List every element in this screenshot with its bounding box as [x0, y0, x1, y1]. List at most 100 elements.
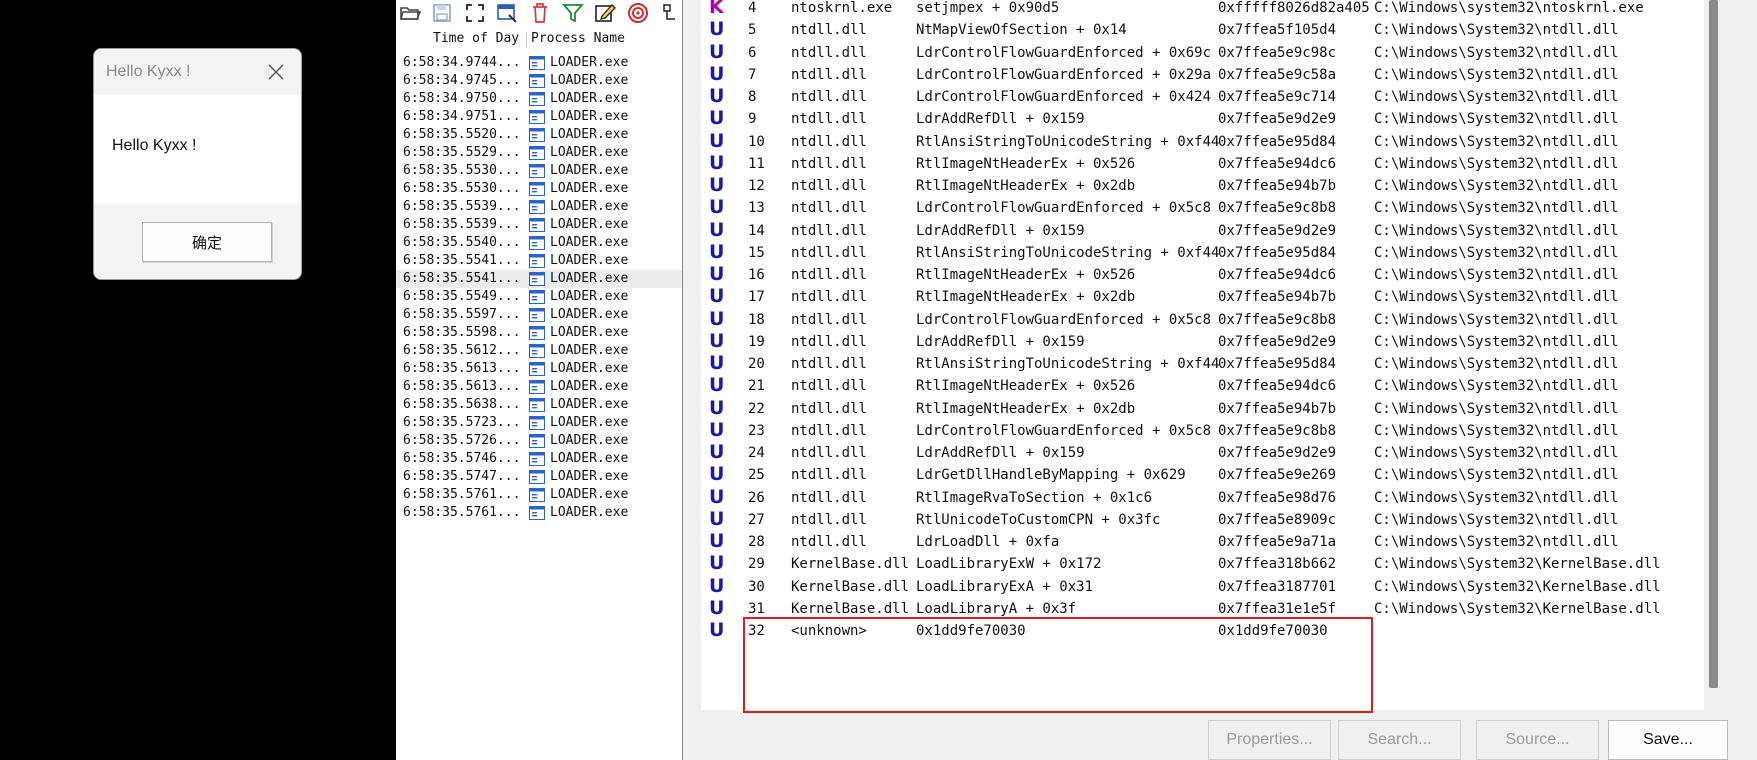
event-time: 6:58:35.5539...: [403, 217, 521, 232]
event-time: 6:58:35.5549...: [403, 289, 521, 304]
event-row[interactable]: 6:58:35.5541... LOADER.exe: [396, 270, 682, 288]
stack-frame-row[interactable]: U 23 ntdll.dll LdrControlFlowGuardEnforced …: [701, 419, 1704, 444]
stack-frame-row[interactable]: U 28 ntdll.dll LdrLoadDll + 0xfa 0x7ffea5e9a…: [701, 530, 1704, 555]
user-frame-icon: U: [709, 352, 725, 374]
frame-path: C:\Windows\System32\ntdll.dll: [1374, 534, 1619, 550]
user-frame-icon: U: [709, 574, 725, 597]
capture-icon[interactable]: [496, 1, 520, 25]
event-row[interactable]: 6:58:34.9745... LOADER.exe: [396, 72, 682, 90]
event-row[interactable]: 6:58:35.5598... LOADER.exe: [396, 324, 682, 342]
event-row[interactable]: 6:58:35.5541... LOADER.exe: [396, 252, 682, 270]
user-frame-icon: U: [709, 441, 725, 463]
stack-frame-row[interactable]: U 27 ntdll.dll RtlUnicodeToCustomCPN + 0x3f…: [701, 508, 1704, 533]
event-row[interactable]: 6:58:35.5540... LOADER.exe: [396, 234, 682, 252]
stack-frame-row[interactable]: U 31 KernelBase.dll LoadLibraryA + 0x3f 0x7f…: [701, 597, 1704, 622]
frame-location: LdrAddRefDll + 0x159: [916, 222, 1085, 239]
frame-address: 0x7ffea5e95d84: [1218, 244, 1337, 261]
stack-frame-row[interactable]: U 32 <unknown> 0x1dd9fe70030 0x1dd9fe70030: [701, 619, 1704, 644]
user-frame-icon: U: [709, 485, 725, 508]
event-process-name: LOADER.exe: [550, 181, 629, 196]
event-row[interactable]: 6:58:35.5612... LOADER.exe: [396, 342, 682, 360]
stack-frame-row[interactable]: U 13 ntdll.dll LdrControlFlowGuardEnforced …: [701, 196, 1704, 221]
frame-number: 11: [748, 155, 765, 172]
frame-module: ntdll.dll: [791, 400, 867, 417]
save-icon[interactable]: [431, 1, 455, 25]
event-process-name: LOADER.exe: [550, 145, 629, 160]
properties-button[interactable]: Properties...: [1208, 720, 1331, 760]
event-row[interactable]: 6:58:35.5539... LOADER.exe: [396, 216, 682, 234]
save-button[interactable]: Save...: [1608, 720, 1728, 760]
stack-frame-row[interactable]: U 14 ntdll.dll LdrAddRefDll + 0x159 0x7ffea5…: [701, 219, 1704, 244]
stack-frame-row[interactable]: U 30 KernelBase.dll LoadLibraryExA + 0x31 0x…: [701, 575, 1704, 600]
scrollbar-thumb[interactable]: [1709, 0, 1718, 688]
stack-frame-row[interactable]: U 5 ntdll.dll NtMapViewOfSection + 0x14 0x7f…: [701, 18, 1704, 43]
frame-number: 7: [748, 66, 757, 83]
event-row[interactable]: 6:58:35.5723... LOADER.exe: [396, 414, 682, 432]
stack-frame-row[interactable]: U 21 ntdll.dll RtlImageNtHeaderEx + 0x526 0x…: [701, 374, 1704, 399]
stack-frame-row[interactable]: U 18 ntdll.dll LdrControlFlowGuardEnforced …: [701, 308, 1704, 333]
event-row[interactable]: 6:58:35.5613... LOADER.exe: [396, 378, 682, 396]
stack-frame-row[interactable]: U 10 ntdll.dll RtlAnsiStringToUnicodeString…: [701, 130, 1704, 155]
stack-frame-row[interactable]: U 11 ntdll.dll RtlImageNtHeaderEx + 0x526 0x…: [701, 152, 1704, 177]
event-row[interactable]: 6:58:35.5747... LOADER.exe: [396, 468, 682, 486]
frame-number: 23: [748, 422, 765, 439]
event-row[interactable]: 6:58:34.9744... LOADER.exe: [396, 54, 682, 72]
frame-path: C:\Windows\System32\ntdll.dll: [1374, 89, 1619, 105]
event-row[interactable]: 6:58:35.5530... LOADER.exe: [396, 162, 682, 180]
user-frame-icon: U: [709, 396, 725, 419]
stack-frame-row[interactable]: U 9 ntdll.dll LdrAddRefDll + 0x159 0x7ffea5e…: [701, 107, 1704, 132]
stack-frame-row[interactable]: U 16 ntdll.dll RtlImageNtHeaderEx + 0x526 0x…: [701, 263, 1704, 288]
stack-frame-row[interactable]: U 19 ntdll.dll LdrAddRefDll + 0x159 0x7ffea5…: [701, 330, 1704, 355]
event-row[interactable]: 6:58:35.5761... LOADER.exe: [396, 486, 682, 504]
stack-frame-row[interactable]: U 22 ntdll.dll RtlImageNtHeaderEx + 0x2db 0x…: [701, 397, 1704, 422]
source-button[interactable]: Source...: [1476, 720, 1599, 760]
stack-frame-row[interactable]: U 7 ntdll.dll LdrControlFlowGuardEnforced +…: [701, 63, 1704, 88]
target-icon[interactable]: [626, 1, 650, 25]
event-row[interactable]: 6:58:35.5638... LOADER.exe: [396, 396, 682, 414]
event-process-name: LOADER.exe: [550, 325, 629, 340]
frame-module: ntdll.dll: [791, 534, 867, 550]
stack-frame-row[interactable]: U 26 ntdll.dll RtlImageRvaToSection + 0x1c6…: [701, 486, 1704, 511]
search-button[interactable]: Search...: [1338, 720, 1461, 760]
stack-frame-row[interactable]: U 20 ntdll.dll RtlAnsiStringToUnicodeString…: [701, 352, 1704, 377]
filter-icon[interactable]: [561, 1, 585, 25]
column-process-name[interactable]: Process Name: [531, 31, 625, 46]
stack-frame-row[interactable]: U 25 ntdll.dll LdrGetDllHandleByMapping + 0…: [701, 463, 1704, 488]
autoscroll-icon[interactable]: [463, 1, 487, 25]
highlight-icon[interactable]: [593, 1, 617, 25]
event-row[interactable]: 6:58:35.5549... LOADER.exe: [396, 288, 682, 306]
event-row[interactable]: 6:58:35.5613... LOADER.exe: [396, 360, 682, 378]
event-row[interactable]: 6:58:35.5746... LOADER.exe: [396, 450, 682, 468]
close-icon[interactable]: [265, 61, 287, 83]
event-row[interactable]: 6:58:35.5761... LOADER.exe: [396, 504, 682, 522]
stack-frame-row[interactable]: U 29 KernelBase.dll LoadLibraryExW + 0x172 0…: [701, 552, 1704, 577]
stack-frame-row[interactable]: U 6 ntdll.dll LdrControlFlowGuardEnforced +…: [701, 41, 1704, 66]
event-process-name: LOADER.exe: [550, 307, 629, 322]
open-folder-icon[interactable]: [398, 1, 422, 25]
event-row[interactable]: 6:58:35.5539... LOADER.exe: [396, 198, 682, 216]
stack-frame-row[interactable]: U 17 ntdll.dll RtlImageNtHeaderEx + 0x2db 0x…: [701, 285, 1704, 310]
stack-frame-row[interactable]: U 8 ntdll.dll LdrControlFlowGuardEnforced +…: [701, 85, 1704, 110]
frame-address: 0x7ffea5f105d4: [1218, 22, 1337, 39]
vertical-scrollbar[interactable]: [1704, 0, 1722, 710]
user-frame-icon: U: [709, 40, 725, 63]
event-row[interactable]: 6:58:35.5520... LOADER.exe: [396, 126, 682, 144]
event-row[interactable]: 6:58:34.9751... LOADER.exe: [396, 108, 682, 126]
event-row[interactable]: 6:58:34.9750... LOADER.exe: [396, 90, 682, 108]
ok-button[interactable]: 确定: [142, 222, 272, 262]
column-time-of-day[interactable]: Time of Day: [433, 31, 519, 46]
stack-frame-row[interactable]: U 24 ntdll.dll LdrAddRefDll + 0x159 0x7ffea5…: [701, 441, 1704, 466]
event-row[interactable]: 6:58:35.5529... LOADER.exe: [396, 144, 682, 162]
user-frame-icon: U: [709, 62, 725, 85]
event-row[interactable]: 6:58:35.5726... LOADER.exe: [396, 432, 682, 450]
event-row[interactable]: 6:58:35.5597... LOADER.exe: [396, 306, 682, 324]
frame-number: 32: [748, 623, 765, 639]
stack-frame-row[interactable]: K 4 ntoskrnl.exe setjmpex + 0x90d5 0xfffff80…: [701, 0, 1704, 21]
frame-location: RtlImageRvaToSection + 0x1c6: [916, 489, 1153, 506]
process-tree-icon[interactable]: [659, 1, 683, 25]
clear-icon[interactable]: [528, 1, 552, 25]
stack-frame-row[interactable]: U 12 ntdll.dll RtlImageNtHeaderEx + 0x2db 0x…: [701, 174, 1704, 199]
stack-frame-row[interactable]: U 15 ntdll.dll RtlAnsiStringToUnicodeString…: [701, 241, 1704, 266]
column-divider[interactable]: [526, 32, 527, 48]
event-row[interactable]: 6:58:35.5530... LOADER.exe: [396, 180, 682, 198]
